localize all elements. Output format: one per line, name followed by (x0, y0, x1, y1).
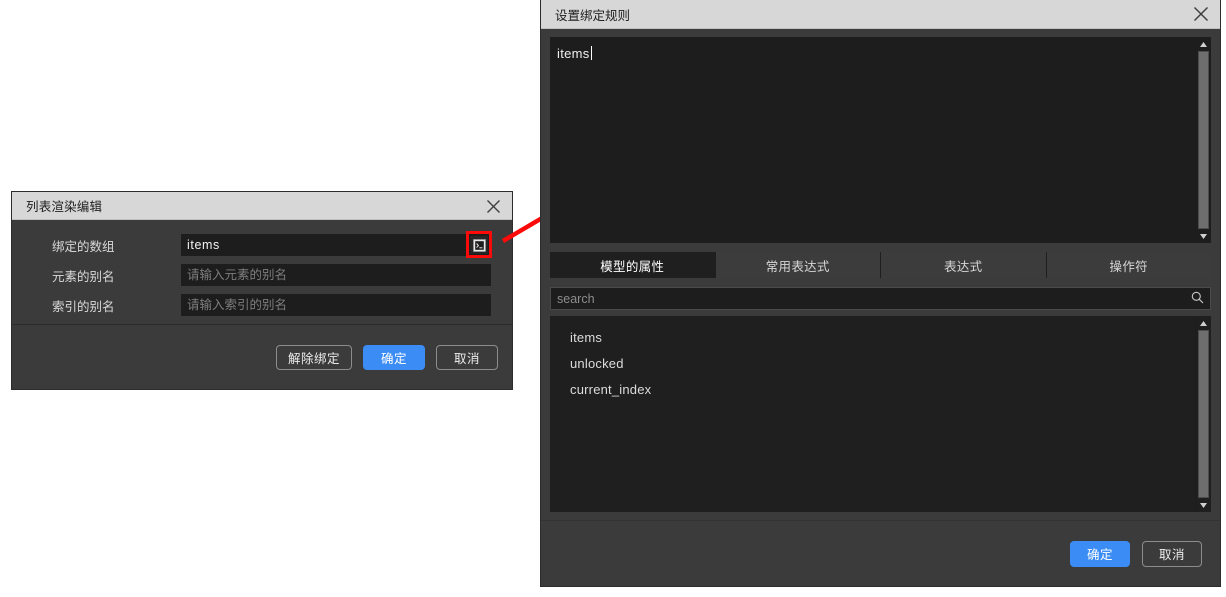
left-dialog-titlebar: 列表渲染编辑 (12, 192, 512, 220)
tab-operators[interactable]: 操作符 (1046, 252, 1211, 278)
index-alias-input[interactable] (181, 294, 491, 316)
index-alias-field-wrap (181, 294, 491, 316)
item-alias-input[interactable] (181, 264, 491, 286)
binding-rule-dialog: 设置绑定规则 items 模型的属性 常用表达式 表达式 操作符 search … (541, 0, 1220, 586)
bound-array-field-wrap (181, 231, 492, 258)
label-item-alias: 元素的别名 (52, 269, 115, 284)
scroll-up-icon[interactable] (1197, 317, 1210, 329)
search-field-wrap (550, 287, 1211, 310)
list-item[interactable]: unlocked (550, 351, 1195, 377)
source-tabs: 模型的属性 常用表达式 表达式 操作符 (550, 252, 1211, 278)
expression-text-wrapper[interactable]: items (550, 37, 1195, 243)
label-bound-array: 绑定的数组 (52, 239, 115, 254)
right-dialog-title: 设置绑定规则 (555, 8, 631, 23)
scroll-down-icon[interactable] (1197, 230, 1210, 242)
right-dialog-body: items 模型的属性 常用表达式 表达式 操作符 search items u… (541, 29, 1220, 512)
form-row-item-alias: 元素的别名 (26, 264, 498, 286)
property-list-scroll-thumb[interactable] (1198, 330, 1209, 498)
confirm-button[interactable]: 确定 (1070, 540, 1130, 567)
list-item[interactable]: current_index (550, 377, 1195, 403)
text-caret (590, 46, 592, 60)
scroll-down-icon[interactable] (1197, 499, 1210, 511)
close-icon[interactable] (1190, 3, 1212, 25)
expression-scroll-thumb[interactable] (1198, 51, 1209, 229)
right-dialog-footer: 确定 取消 (541, 520, 1220, 586)
property-list-scrollbar[interactable] (1195, 316, 1211, 512)
left-dialog-title: 列表渲染编辑 (26, 200, 103, 214)
expression-editor[interactable]: items (550, 37, 1211, 243)
left-dialog-footer: 解除绑定 确定 取消 (12, 325, 512, 389)
tab-common-expressions[interactable]: 常用表达式 (715, 252, 881, 278)
left-dialog-body: 绑定的数组 元素的别名 (12, 220, 512, 316)
close-icon[interactable] (482, 195, 504, 217)
tab-model-properties[interactable]: 模型的属性 (550, 252, 716, 278)
form-row-index-alias: 索引的别名 (26, 294, 498, 316)
item-alias-field-wrap (181, 264, 491, 286)
expression-value: items (557, 46, 590, 61)
screenshot-root: 列表渲染编辑 绑定的数组 items 元素的别名 请输入元素的别名 索引的别名 … (0, 0, 1226, 597)
expression-scrollbar[interactable] (1195, 37, 1211, 243)
unbind-button[interactable]: 解除绑定 (275, 344, 352, 370)
list-item[interactable]: items (550, 325, 1195, 351)
scroll-up-icon[interactable] (1197, 38, 1210, 50)
search-input[interactable] (550, 287, 1211, 310)
list-render-edit-dialog: 列表渲染编辑 绑定的数组 items 元素的别名 请输入元素的别名 索引的别名 … (12, 192, 512, 389)
cancel-button[interactable]: 取消 (436, 344, 498, 370)
cancel-button[interactable]: 取消 (1142, 540, 1202, 567)
property-list: items unlocked current_index (550, 316, 1211, 512)
tab-expressions[interactable]: 表达式 (881, 252, 1047, 278)
right-dialog-titlebar: 设置绑定规则 (541, 0, 1220, 29)
confirm-button[interactable]: 确定 (363, 344, 425, 370)
script-binding-icon[interactable] (470, 236, 488, 254)
bound-array-input[interactable] (181, 234, 491, 256)
label-index-alias: 索引的别名 (52, 299, 115, 314)
property-list-items: items unlocked current_index (550, 316, 1195, 512)
form-row-bound-array: 绑定的数组 (26, 231, 498, 258)
